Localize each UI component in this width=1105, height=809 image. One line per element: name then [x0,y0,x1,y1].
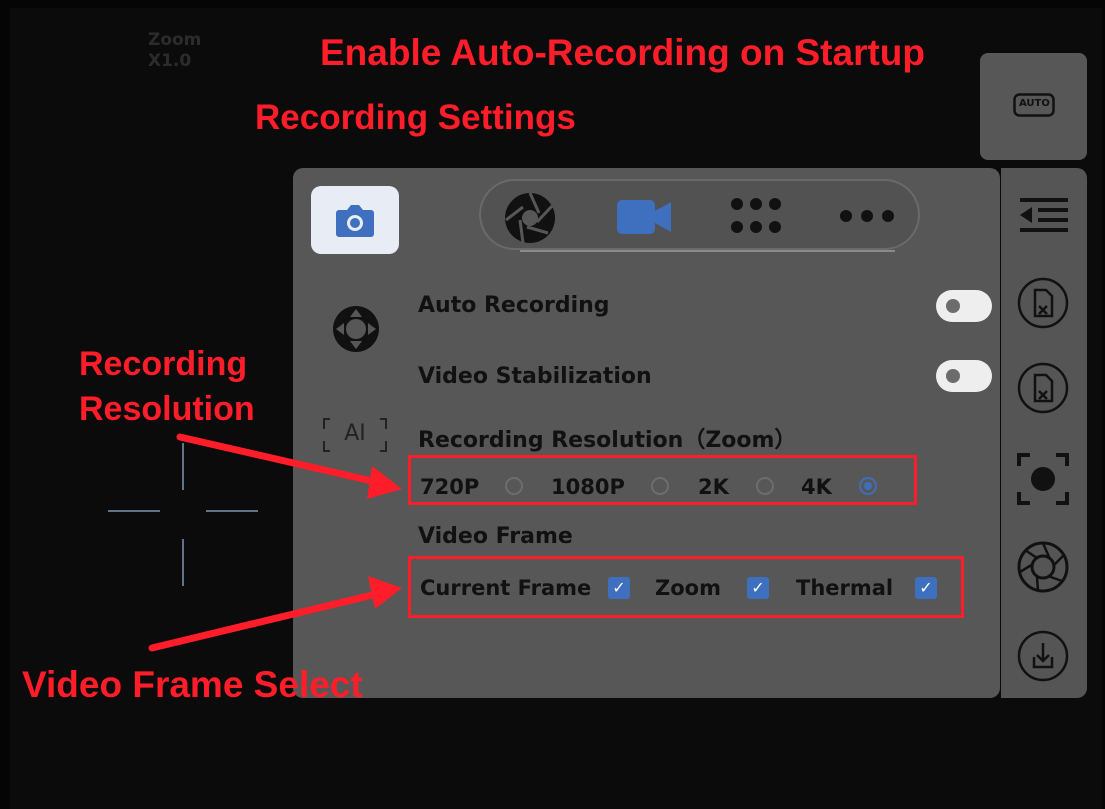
arrow-video-frame [148,588,389,652]
arrow-resolution-head [367,466,402,499]
arrow-video-frame-head [368,576,402,609]
annotation-video-frame-select: Video Frame Select [22,664,363,705]
arrow-resolution [176,433,389,488]
